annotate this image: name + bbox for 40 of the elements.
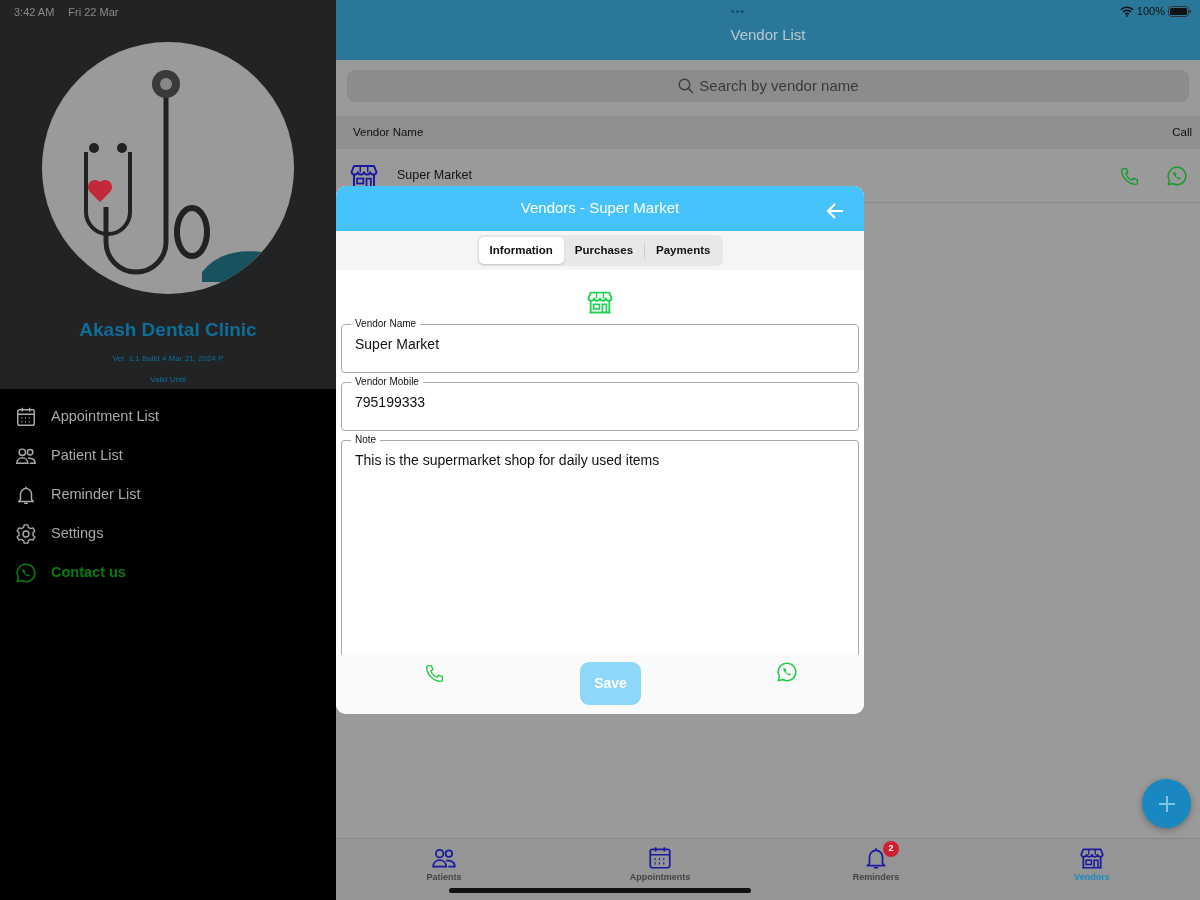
- plus-icon: [1157, 794, 1176, 813]
- status-date: Fri 22 Mar: [68, 5, 119, 20]
- menu-item[interactable]: Appointment List: [0, 397, 336, 436]
- tab-bar-item[interactable]: Reminders 2: [831, 841, 921, 891]
- validity-text: Valid Until: [150, 374, 186, 386]
- bell-icon: [863, 845, 889, 871]
- store-icon: [1079, 845, 1105, 871]
- page-title: Vendor List: [729, 25, 807, 45]
- back-arrow-icon[interactable]: [826, 202, 844, 221]
- search-icon: [677, 77, 696, 95]
- count-badge: 2: [883, 841, 899, 857]
- search-placeholder: Search by vendor name: [699, 75, 859, 96]
- dialog-title: Vendors - Super Market: [520, 198, 680, 219]
- menu-item[interactable]: Settings: [0, 514, 336, 553]
- phone-icon[interactable]: [424, 663, 445, 685]
- clinic-name: Akash Dental Clinic: [79, 317, 257, 342]
- menu-item[interactable]: Reminder List: [0, 475, 336, 514]
- menu-item[interactable]: Patient List: [0, 436, 336, 475]
- input-field[interactable]: Vendor Name Super Market: [341, 318, 859, 373]
- battery-icon: [1168, 5, 1192, 17]
- input-field[interactable]: Vendor Mobile 795199333: [341, 376, 859, 431]
- tab[interactable]: Payments: [645, 236, 722, 265]
- add-button[interactable]: [1142, 779, 1191, 828]
- whatsapp-icon[interactable]: [15, 561, 37, 584]
- column-header: Call: [1172, 124, 1192, 140]
- menu-item[interactable]: Contact us: [0, 553, 336, 592]
- tab[interactable]: Information: [478, 236, 564, 265]
- status-time: 3:42 AM: [14, 5, 55, 20]
- vendor-name: Super Market: [397, 167, 473, 185]
- calendar-icon: [647, 845, 673, 871]
- whatsapp-icon[interactable]: [776, 660, 798, 683]
- tab[interactable]: Purchases: [563, 236, 645, 265]
- status-dots: •••: [729, 3, 747, 19]
- battery-level: 100%: [1136, 3, 1165, 19]
- calendar-icon: [15, 405, 37, 428]
- wifi-icon: [1119, 5, 1134, 17]
- phone-icon[interactable]: [1119, 165, 1140, 187]
- column-header: Vendor Name: [353, 124, 424, 140]
- version-text: Ver. 1.1 Build 4 Mar 21, 2024 P: [112, 353, 224, 365]
- gear-icon: [15, 522, 37, 545]
